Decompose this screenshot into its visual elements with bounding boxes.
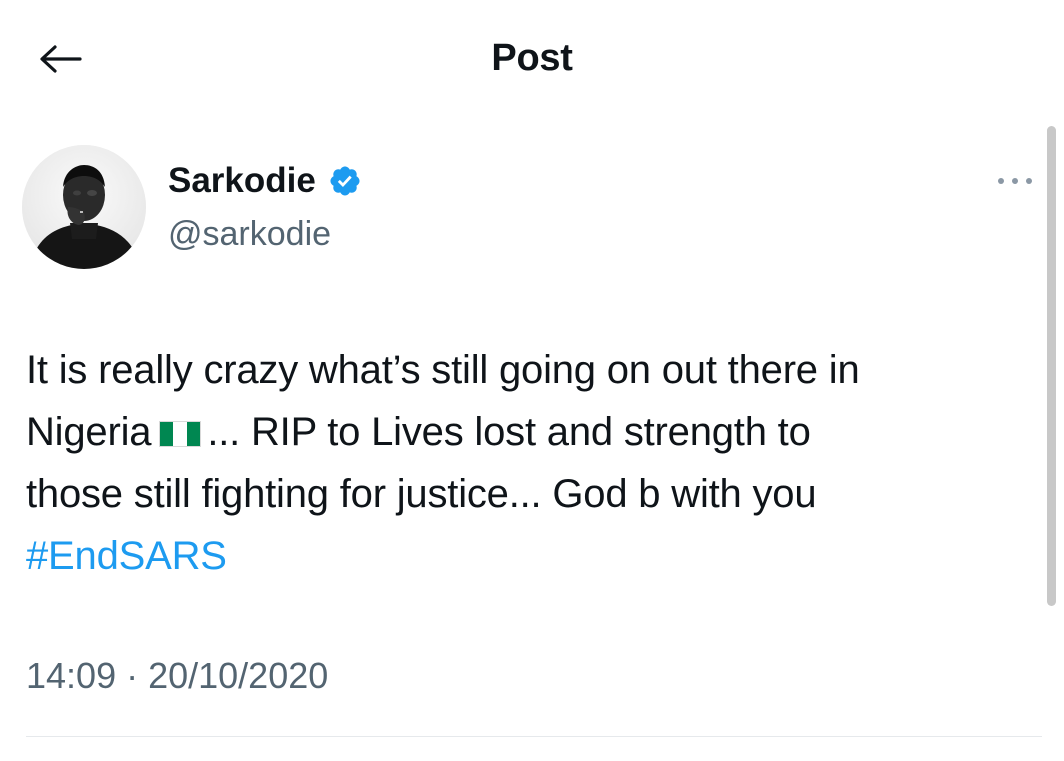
hashtag-link[interactable]: #EndSARS [26,534,227,578]
more-options-button[interactable] [990,166,1040,196]
post-text-line-1: It is really crazy what’s still going on… [26,348,860,392]
page-title: Post [491,37,573,79]
post-text-line-2: Nigeria ... RIP to Lives lost and strengt… [26,401,1036,463]
post-text: It is really crazy what’s still going on… [26,339,1036,587]
author-name-text: Sarkodie [168,161,316,200]
verified-badge-icon [330,166,360,196]
avatar-photo [22,145,146,269]
top-bar: Post [0,0,1064,118]
avatar[interactable] [22,145,146,269]
post-text-continuation: ... RIP to Lives lost and strength to [207,410,811,454]
author-name[interactable]: Sarkodie [168,160,362,202]
post-text-line-3: those still fighting for justice... God … [26,472,817,516]
divider [26,736,1042,737]
author-handle[interactable]: @sarkodie [168,213,331,255]
post-timestamp[interactable]: 14:09 · 20/10/2020 [26,654,328,698]
nigeria-flag-icon [159,421,202,447]
post-text-country: Nigeria [26,410,152,454]
scrollbar[interactable] [1047,126,1056,606]
more-options-icon [998,178,1032,184]
